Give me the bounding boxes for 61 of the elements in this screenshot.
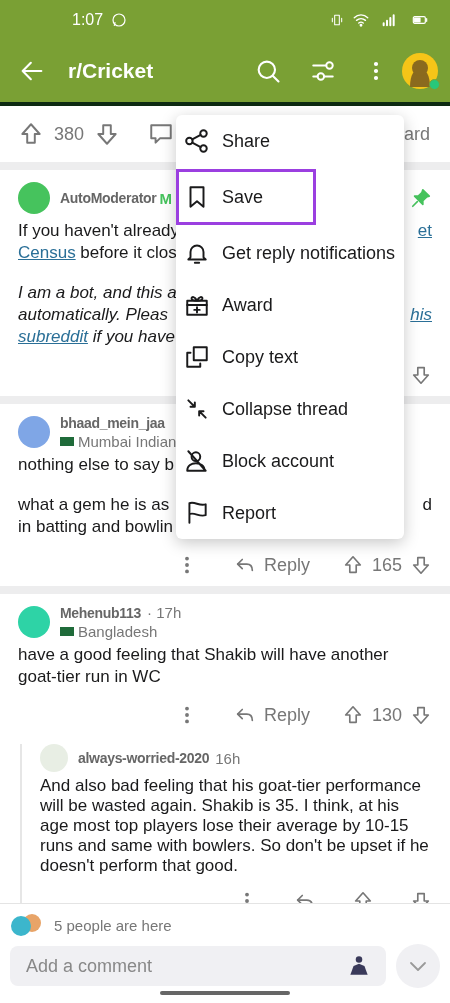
expand-button[interactable] [396, 944, 440, 988]
comment-text: subreddit if you have [18, 326, 175, 348]
avatar[interactable] [18, 182, 50, 214]
vote-count: 380 [54, 123, 85, 145]
comment-field[interactable]: Add a comment [24, 954, 346, 978]
menu-item[interactable]: Collapse thread [176, 383, 404, 435]
subreddit-title: r/Cricket [68, 59, 155, 83]
comment-text: And also bad feeling that his goat-tier performance will be wasted again. Shakib is 35. I think, at his age most top players lose their average by 10-15 runs and same with bowlers. So don't be upset if he doesn't perform that good. [40, 776, 430, 876]
comment-text: goat-tier run in WC [18, 666, 161, 688]
comment-icon[interactable] [148, 121, 175, 147]
username[interactable]: AutoModerator [60, 190, 157, 206]
share-icon [184, 128, 210, 154]
vote-count: 165 [371, 554, 402, 576]
avatars-icon [10, 913, 44, 937]
reply-button[interactable]: Reply [233, 554, 310, 576]
downvote-icon[interactable] [410, 704, 432, 726]
comment-text: Census before it clos [18, 242, 177, 264]
block-user-icon [184, 448, 210, 474]
filter-icon[interactable] [310, 58, 336, 84]
username[interactable]: Mehenub113 [60, 604, 142, 621]
comment-text: what a gem he is as [18, 494, 170, 516]
flair-icon [60, 627, 74, 636]
wifi-icon [352, 11, 370, 29]
downvote-icon[interactable] [410, 554, 432, 576]
award-label[interactable]: ard [404, 123, 430, 145]
comment-text: d [422, 494, 432, 516]
avatar[interactable] [18, 416, 50, 448]
link[interactable]: Census [18, 243, 76, 262]
downvote-icon[interactable] [410, 364, 432, 386]
menu-item[interactable]: Block account [176, 435, 404, 487]
comment-age: · 17h [147, 604, 182, 621]
link[interactable]: his [410, 304, 432, 326]
comment-age: 16h [215, 749, 241, 767]
avatar[interactable] [402, 53, 438, 89]
collapse-icon [184, 396, 210, 422]
menu-item[interactable]: Save [176, 169, 316, 225]
vote-count: 130 [371, 704, 402, 726]
link[interactable]: et [417, 220, 432, 242]
menu-item[interactable]: Share [176, 115, 404, 167]
comment-text: have a good feeling that Shakib will have another [18, 644, 389, 666]
comment-text: automatically. Pleas [18, 304, 168, 326]
link[interactable]: subreddit [18, 327, 88, 346]
copy-icon [184, 344, 210, 370]
menu-item[interactable]: Report [176, 487, 404, 539]
menu-item[interactable]: Award [176, 279, 404, 331]
presence-text: 5 people are here [54, 916, 172, 934]
mod-label: M [159, 189, 172, 207]
clock-time: 1:07 [72, 11, 104, 29]
user-flair: Bangladesh [78, 623, 158, 640]
menu-item[interactable]: Copy text [176, 331, 404, 383]
username[interactable]: bhaad_mein_jaa [60, 414, 165, 431]
comment-text: nothing else to say b [18, 454, 174, 476]
comment-box[interactable]: Add a comment [10, 946, 386, 986]
vibrate-icon [330, 13, 344, 27]
comment-text: in batting and bowlin [18, 516, 173, 538]
reply-button[interactable]: Reply [233, 704, 310, 726]
pin-icon [410, 187, 432, 209]
flair-icon [60, 436, 74, 446]
username[interactable]: always-worried-2020 [78, 750, 210, 766]
comment-text: I am a bot, and this a [18, 282, 177, 304]
user-flair: Mumbai Indian [78, 432, 177, 450]
